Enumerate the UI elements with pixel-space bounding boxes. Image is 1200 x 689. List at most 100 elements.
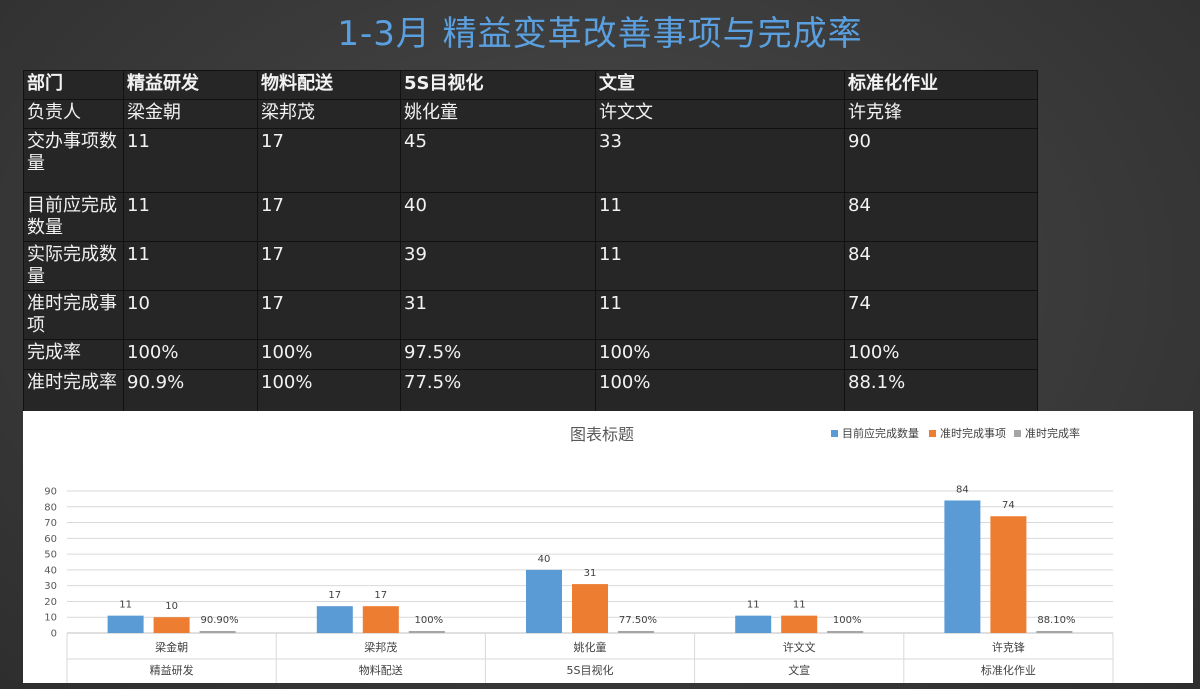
table-cell: 11 (123, 192, 258, 242)
legend-swatch (1014, 430, 1021, 437)
legend-label: 准时完成事项 (940, 426, 1006, 440)
category-group-label: 物料配送 (359, 663, 403, 677)
bar (199, 631, 236, 633)
slide-title: 1-3月 精益变革改善事项与完成率 (337, 14, 863, 54)
table-cell: 11 (595, 192, 845, 242)
table-cell: 梁邦茂 (257, 99, 401, 129)
table-cell: 40 (400, 192, 596, 242)
data-label: 11 (119, 600, 132, 611)
table-row-label: 准时完成事项 (23, 290, 124, 340)
bar (618, 631, 654, 633)
table-row-label: 部门 (23, 70, 124, 100)
category-group-label: 5S目视化 (567, 663, 614, 677)
table-cell: 100% (257, 369, 401, 412)
data-label: 10 (165, 601, 178, 612)
bar (526, 569, 562, 633)
bar (362, 606, 399, 633)
y-tick-label: 80 (44, 502, 57, 513)
y-tick-label: 0 (51, 629, 57, 640)
table-row: 目前应完成数量 11 17 40 11 84 (23, 192, 1038, 242)
bar (408, 631, 445, 633)
legend-label: 准时完成率 (1025, 426, 1080, 440)
table-row: 准时完成率 90.9% 100% 77.5% 100% 88.1% (23, 369, 1038, 412)
bar (735, 615, 772, 633)
table-row: 交办事项数量 11 17 45 33 90 (23, 128, 1038, 193)
data-label: 100% (833, 615, 862, 626)
table-row-label: 负责人 (23, 99, 124, 129)
table-cell: 90.9% (123, 369, 258, 412)
table-cell: 100% (257, 339, 401, 370)
table-cell: 100% (844, 339, 1038, 370)
table-cell: 100% (595, 339, 845, 370)
chart-title: 图表标题 (570, 425, 634, 444)
table-cell: 17 (257, 241, 401, 291)
data-label: 31 (584, 568, 597, 579)
data-label: 100% (415, 615, 444, 626)
legend-swatch (831, 430, 838, 437)
category-label: 许文文 (783, 640, 816, 654)
data-label: 88.10% (1037, 615, 1075, 626)
table-cell: 45 (400, 128, 596, 193)
table-cell: 33 (595, 128, 845, 193)
table-row-label: 交办事项数量 (23, 128, 124, 193)
table-cell: 74 (844, 290, 1038, 340)
y-tick-label: 50 (44, 550, 57, 561)
table-cell: 标准化作业 (844, 70, 1038, 100)
table-cell: 梁金朝 (123, 99, 258, 129)
data-label: 84 (956, 484, 969, 495)
table-row-label: 完成率 (23, 339, 124, 370)
table-cell: 11 (123, 241, 258, 291)
table-row: 实际完成数量 11 17 39 11 84 (23, 241, 1038, 291)
bar (153, 617, 190, 633)
table-cell: 11 (595, 290, 845, 340)
y-tick-label: 70 (44, 518, 57, 529)
data-label: 11 (793, 600, 806, 611)
table-cell: 许文文 (595, 99, 845, 129)
category-group-label: 文宣 (788, 663, 810, 677)
data-label: 77.50% (619, 615, 657, 626)
table-cell: 39 (400, 241, 596, 291)
table-row: 准时完成事项 10 17 31 11 74 (23, 290, 1038, 340)
table-cell: 84 (844, 241, 1038, 291)
table-cell: 精益研发 (123, 70, 258, 100)
bar (781, 615, 818, 633)
category-label: 梁邦茂 (364, 640, 397, 654)
data-label: 17 (328, 590, 341, 601)
table-cell: 17 (257, 128, 401, 193)
bar (944, 500, 981, 633)
chart-panel: 图表标题 目前应完成数量 准时完成事项 准时完成率 0 10 20 30 40 50 60 70 80 9… (23, 411, 1193, 683)
table-cell: 文宣 (595, 70, 845, 100)
table-cell: 97.5% (400, 339, 596, 370)
table-row-label: 实际完成数量 (23, 241, 124, 291)
bar (107, 615, 144, 633)
bar (316, 606, 353, 633)
table-cell: 90 (844, 128, 1038, 193)
bar (572, 584, 608, 633)
table-cell: 10 (123, 290, 258, 340)
data-label: 17 (374, 590, 387, 601)
data-label: 11 (747, 600, 760, 611)
table-cell: 11 (123, 128, 258, 193)
data-label: 90.90% (201, 615, 239, 626)
bar (1036, 631, 1073, 633)
y-tick-label: 60 (44, 534, 57, 545)
y-tick-label: 10 (44, 613, 57, 624)
table-cell: 11 (595, 241, 845, 291)
category-group-label: 标准化作业 (981, 663, 1036, 677)
table-row: 完成率 100% 100% 97.5% 100% 100% (23, 339, 1038, 370)
table-cell: 100% (123, 339, 258, 370)
y-tick-label: 30 (44, 581, 57, 592)
table-row-label: 准时完成率 (23, 369, 124, 412)
table-cell: 姚化童 (400, 99, 596, 129)
table-header-row: 部门 精益研发 物料配送 5S目视化 文宣 标准化作业 (23, 70, 1038, 100)
table-cell: 许克锋 (844, 99, 1038, 129)
table-cell: 物料配送 (257, 70, 401, 100)
bar (990, 516, 1027, 633)
category-label: 梁金朝 (155, 640, 188, 654)
y-tick-label: 90 (44, 487, 57, 498)
table-cell: 84 (844, 192, 1038, 242)
table-cell: 17 (257, 290, 401, 340)
data-label: 74 (1002, 500, 1015, 511)
table-cell: 77.5% (400, 369, 596, 412)
table-row-label: 目前应完成数量 (23, 192, 124, 242)
